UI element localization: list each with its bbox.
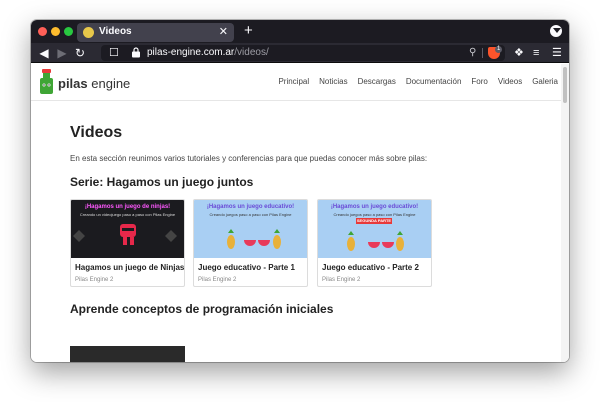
tab-bar: Videos ✕ + [31, 20, 569, 43]
browser-window: Videos ✕ + ◀ ▶ ↻ ☐ pilas-engine.com.ar/v… [31, 20, 569, 362]
nav-link-principal[interactable]: Principal [278, 77, 309, 86]
pilas-logo-icon[interactable] [38, 69, 55, 95]
nav-link-noticias[interactable]: Noticias [319, 77, 347, 86]
video-thumbnail[interactable] [70, 346, 185, 362]
reload-icon[interactable]: ↻ [73, 44, 87, 62]
tab-close-icon[interactable]: ✕ [219, 25, 228, 38]
fruit-characters-icon [227, 229, 281, 249]
video-card[interactable]: ¡Hagamos un juego educativo! Creando jue… [317, 199, 432, 287]
video-card[interactable]: ¡Hagamos un juego de ninjas! Creando un … [70, 199, 185, 287]
close-window-button[interactable] [38, 27, 47, 36]
shield-badge: 1 [495, 46, 503, 53]
new-tab-icon[interactable]: + [244, 22, 253, 39]
video-meta: Pilas Engine 2 [75, 277, 114, 283]
ninja-character-icon [73, 224, 177, 245]
tab-list-icon[interactable] [550, 25, 562, 37]
video-meta: Pilas Engine 2 [198, 277, 237, 283]
url-text[interactable]: pilas-engine.com.ar/videos/ [147, 47, 269, 58]
url-path: /videos/ [234, 47, 269, 58]
page-viewport[interactable]: pilas engine Principal Noticias Descarga… [31, 64, 569, 362]
video-card[interactable]: ¡Hagamos un juego educativo! Creando jue… [193, 199, 308, 287]
video-title[interactable]: Juego educativo - Parte 1 [198, 263, 295, 272]
bookmark-icon[interactable]: ☐ [109, 45, 119, 61]
video-thumbnail[interactable]: ¡Hagamos un juego educativo! Creando jue… [318, 200, 431, 258]
url-host: pilas-engine.com.ar [147, 47, 235, 58]
zoom-icon[interactable]: ⚲ [469, 45, 476, 61]
video-meta: Pilas Engine 2 [322, 277, 361, 283]
site-logo-text[interactable]: pilas engine [58, 76, 130, 91]
logo-prefix: pilas [58, 76, 88, 91]
video-thumbnail[interactable]: ¡Hagamos un juego de ninjas! Creando un … [71, 200, 184, 258]
nav-link-videos[interactable]: Videos [498, 77, 522, 86]
video-title[interactable]: Juego educativo - Parte 2 [322, 263, 419, 272]
video-thumbnail[interactable]: ¡Hagamos un juego educativo! Creando jue… [194, 200, 307, 258]
puzzle-icon[interactable]: ❖ [514, 44, 524, 62]
section-title: Aprende conceptos de programación inicia… [70, 302, 334, 316]
minimize-window-button[interactable] [51, 27, 60, 36]
back-icon[interactable]: ◀ [37, 44, 51, 62]
url-divider [482, 48, 483, 58]
lock-icon[interactable] [131, 47, 141, 58]
page-scrollbar[interactable] [561, 64, 569, 362]
tab-videos[interactable]: Videos ✕ [77, 23, 234, 42]
forward-icon[interactable]: ▶ [55, 44, 69, 62]
video-title[interactable]: Hagamos un juego de Ninjas [75, 263, 184, 272]
favicon-icon [83, 27, 94, 38]
section-title: Serie: Hagamos un juego juntos [70, 175, 254, 189]
fruit-characters-icon [347, 231, 404, 251]
site-nav: Principal Noticias Descargas Documentaci… [268, 77, 558, 86]
playlist-icon[interactable]: ≡ [533, 44, 539, 62]
page-intro: En esta sección reunimos varios tutorial… [70, 154, 428, 163]
nav-link-descargas[interactable]: Descargas [358, 77, 396, 86]
nav-link-galeria[interactable]: Galeria [532, 77, 558, 86]
scrollbar-thumb[interactable] [563, 67, 567, 103]
site-header: pilas engine Principal Noticias Descarga… [31, 64, 561, 101]
tab-title: Videos [99, 26, 132, 37]
logo-suffix: engine [91, 76, 131, 91]
menu-icon[interactable]: ☰ [552, 44, 562, 62]
nav-link-foro[interactable]: Foro [471, 77, 487, 86]
page-title: Videos [70, 124, 123, 141]
browser-toolbar: ◀ ▶ ↻ ☐ pilas-engine.com.ar/videos/ ⚲ 1 … [31, 43, 569, 63]
maximize-window-button[interactable] [64, 27, 73, 36]
nav-link-documentacion[interactable]: Documentación [406, 77, 462, 86]
address-bar[interactable]: ☐ pilas-engine.com.ar/videos/ ⚲ 1 [101, 45, 505, 61]
